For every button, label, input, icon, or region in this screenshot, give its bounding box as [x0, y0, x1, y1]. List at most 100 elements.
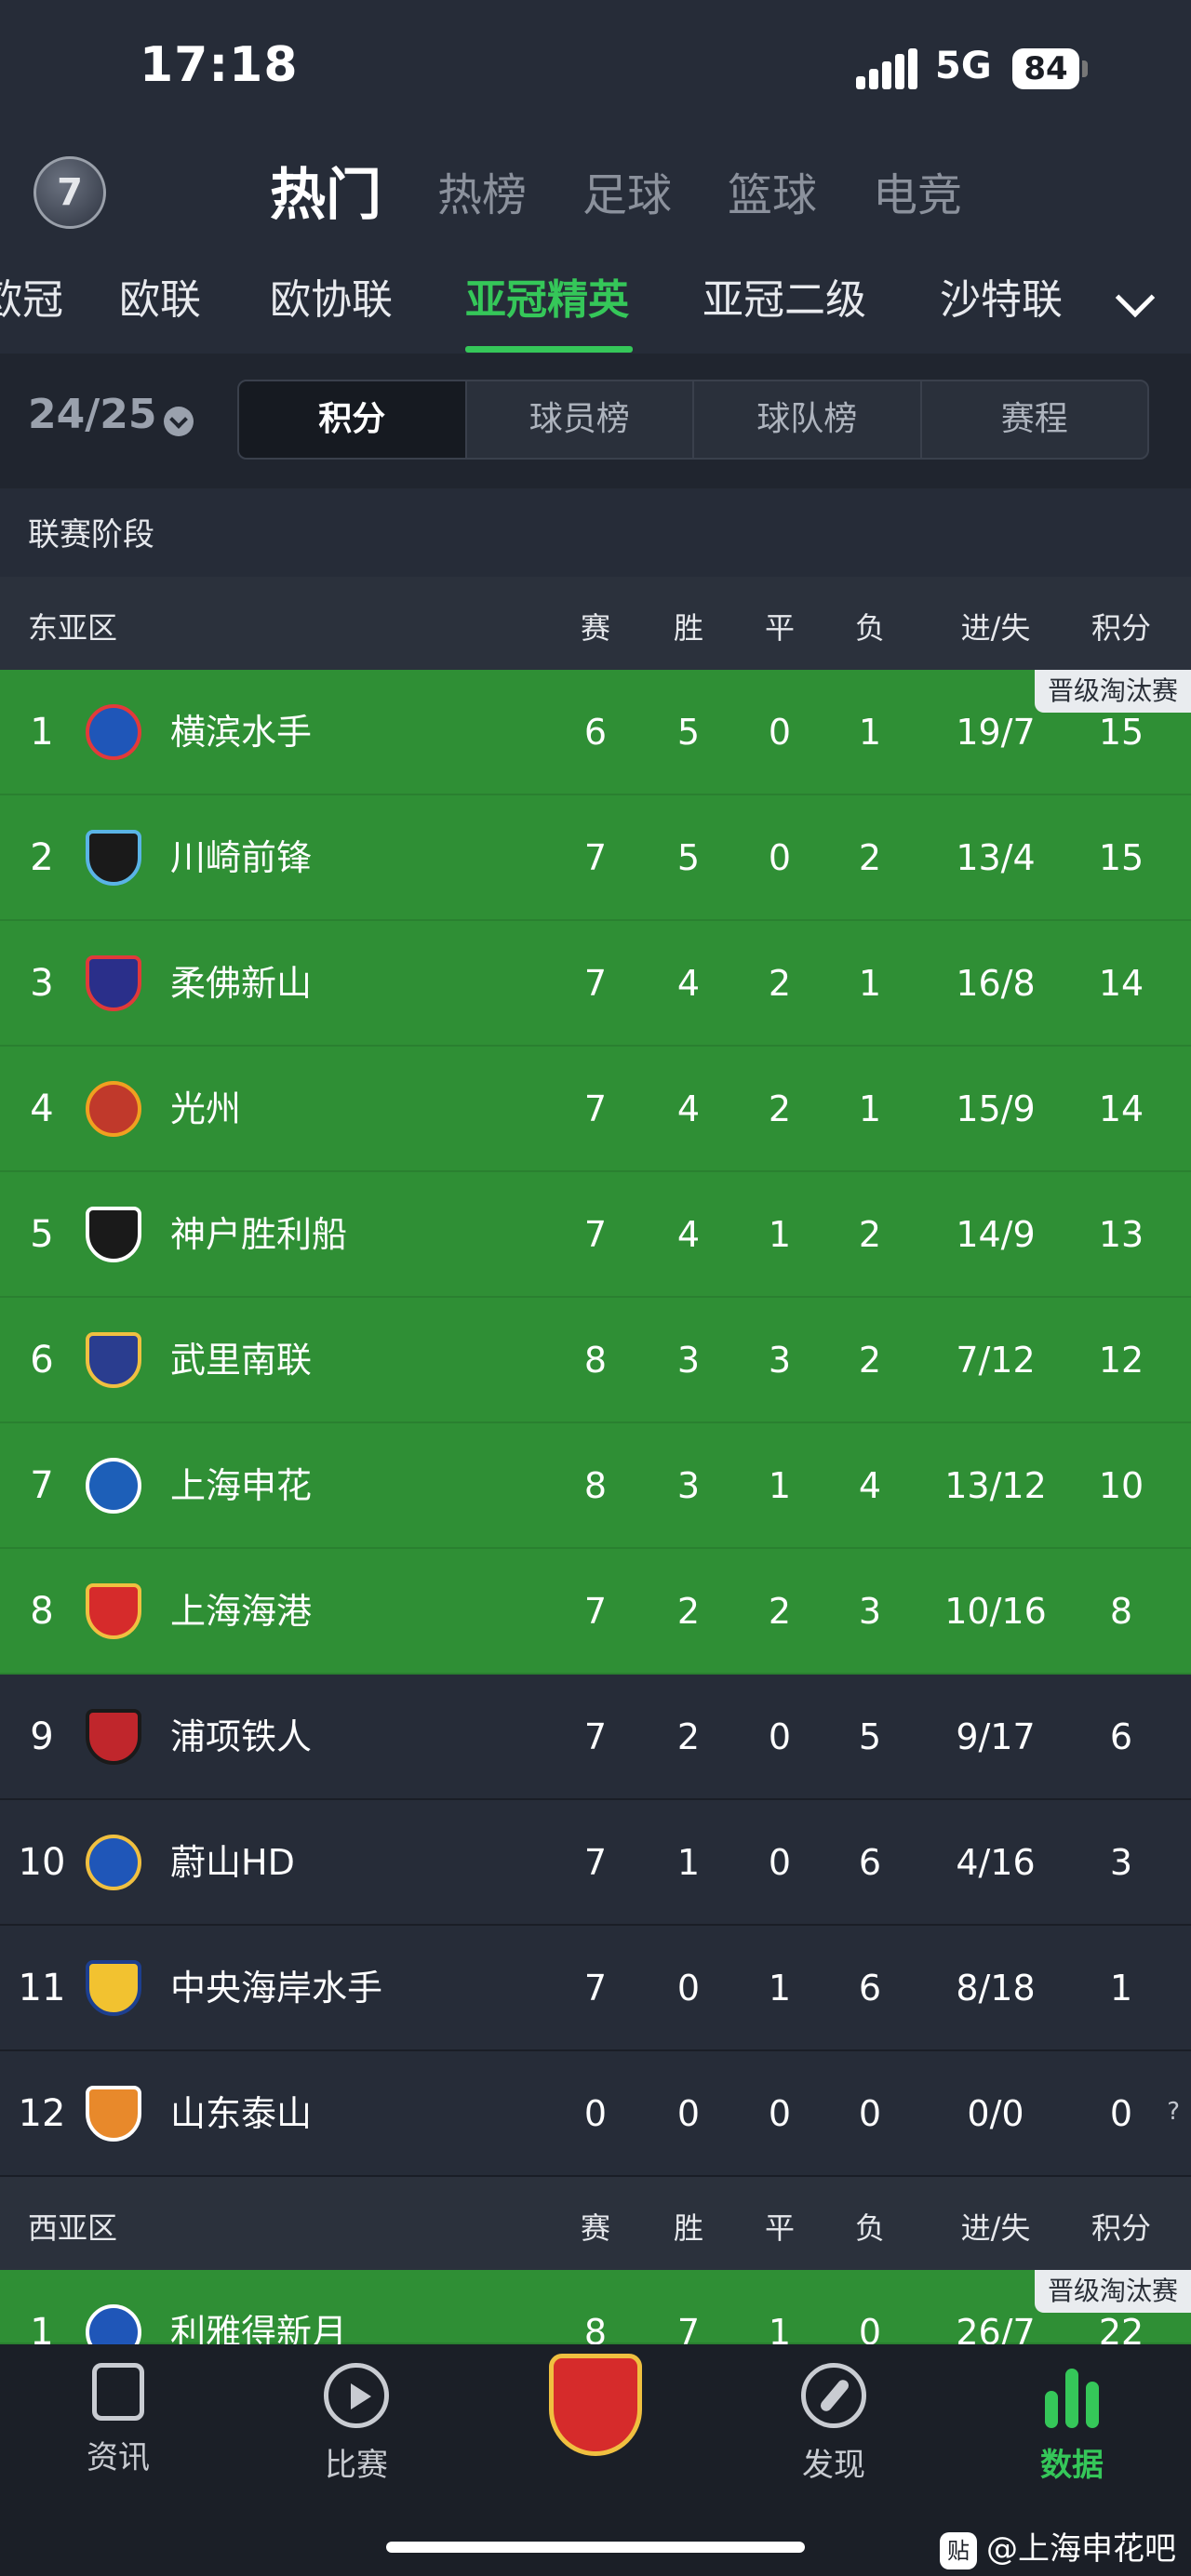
stat-p: 8 [583, 1465, 608, 1506]
rank-cell: 3 [30, 962, 54, 1005]
bottom-nav-item[interactable]: 数据 [1007, 2363, 1137, 2485]
bottom-nav-item[interactable]: 资讯 [53, 2363, 183, 2477]
rank-cell: 9 [30, 1715, 54, 1758]
avatar[interactable]: 7 [33, 156, 106, 229]
table-row[interactable]: 3 柔佛新山 7 4 2 1 16/8 14 [0, 921, 1191, 1047]
top-nav-item[interactable]: 电竞 [873, 153, 962, 237]
watermark: 贴 @上海申花吧 [940, 2523, 1176, 2569]
league-tab[interactable]: 沙特联 [940, 260, 1063, 354]
stat-pts: 6 [1109, 1716, 1133, 1757]
table-row[interactable]: 11 中央海岸水手 7 0 1 6 8/18 1 [0, 1926, 1191, 2051]
segment-tab[interactable]: 球队榜 [694, 381, 922, 458]
column-header: 进/失 [960, 2210, 1031, 2246]
top-nav-item[interactable]: 热门 [270, 153, 381, 237]
stat-l: 2 [858, 837, 882, 878]
segment-tab[interactable]: 积分 [239, 381, 467, 458]
stat-pts: 1 [1109, 1968, 1133, 2009]
league-tab[interactable]: 亚冠二级 [703, 260, 866, 354]
column-header: 平 [764, 610, 795, 646]
segment-tab[interactable]: 球员榜 [467, 381, 694, 458]
table-row[interactable]: 2 川崎前锋 7 5 0 2 13/4 15 [0, 795, 1191, 921]
stat-w: 2 [676, 1716, 701, 1757]
bottom-nav-label: 数据 [1040, 2447, 1104, 2484]
team-badge-icon [86, 704, 141, 760]
stat-gd: 13/4 [956, 837, 1036, 878]
team-badge-icon [86, 955, 141, 1011]
stat-w: 3 [676, 1340, 701, 1381]
stat-gd: 4/16 [956, 1842, 1036, 1883]
stat-pts: 10 [1098, 1465, 1144, 1506]
home-indicator[interactable] [386, 2542, 805, 2553]
league-tab[interactable]: 欧联 [119, 260, 201, 354]
segment-tab[interactable]: 赛程 [922, 381, 1148, 458]
league-tab[interactable]: 亚冠精英 [465, 260, 629, 354]
stat-p: 6 [583, 712, 608, 753]
column-header: 赛 [580, 2210, 610, 2246]
battery-tip [1082, 60, 1088, 77]
table-row[interactable]: 1 横滨水手 6 5 0 1 19/7 15 晋级淘汰赛 [0, 670, 1191, 795]
stat-l: 2 [858, 1340, 882, 1381]
table-row[interactable]: 4 光州 7 4 2 1 15/9 14 [0, 1047, 1191, 1172]
status-bar: 17:18 5G 84 [0, 0, 1191, 140]
bottom-nav-item[interactable]: 发现 [769, 2363, 899, 2485]
team-name: 中央海岸水手 [170, 1968, 383, 2009]
stat-l: 2 [858, 1214, 882, 1255]
rank-cell: 11 [18, 1967, 66, 2009]
season-selector[interactable]: 24/25 [28, 391, 157, 438]
stat-gd: 10/16 [944, 1591, 1047, 1632]
table-row[interactable]: 6 武里南联 8 3 3 2 7/12 12 [0, 1298, 1191, 1423]
dropdown-icon[interactable] [164, 407, 194, 436]
stat-gd: 9/17 [956, 1716, 1036, 1757]
team-name: 武里南联 [170, 1340, 313, 1381]
network-label: 5G [935, 45, 992, 87]
team-name: 浦项铁人 [170, 1716, 313, 1757]
stat-pts: 12 [1098, 1340, 1144, 1381]
stat-pts: 15 [1098, 837, 1144, 878]
rank-cell: 5 [30, 1213, 54, 1256]
table-row[interactable]: 5 神户胜利船 7 4 1 2 14/9 13 [0, 1172, 1191, 1298]
stat-d: 0 [768, 1716, 792, 1757]
league-tab[interactable]: 欧冠 [0, 260, 63, 354]
news-icon [92, 2363, 144, 2421]
stat-pts: 8 [1109, 1591, 1133, 1632]
stat-w: 5 [676, 837, 701, 878]
top-nav-item[interactable]: 篮球 [728, 153, 817, 237]
rank-cell: 8 [30, 1590, 54, 1633]
rank-cell: 4 [30, 1088, 54, 1130]
help-icon[interactable]: ? [1167, 2098, 1180, 2126]
team-name: 柔佛新山 [170, 963, 313, 1004]
table-row[interactable]: 1 利雅得新月 8 7 1 0 26/7 22 晋级淘汰赛 [0, 2270, 1191, 2360]
table-row[interactable]: 7 上海申花 8 3 1 4 13/12 10 [0, 1423, 1191, 1549]
column-header: 赛 [580, 610, 610, 646]
team-badge-icon [86, 1458, 141, 1514]
table-row[interactable]: 9 浦项铁人 7 2 0 5 9/17 6 [0, 1675, 1191, 1800]
table-row[interactable]: 12 山东泰山 0 0 0 0 0/0 0? [0, 2051, 1191, 2177]
table-row[interactable]: 10 蔚山HD 7 1 0 6 4/16 3 [0, 1800, 1191, 1926]
stat-d: 1 [768, 1214, 792, 1255]
group-header: 东亚区 赛 胜 平 负 进/失 积分 [0, 577, 1191, 670]
top-nav-item[interactable]: 足球 [582, 153, 672, 237]
rank-cell: 10 [18, 1841, 66, 1884]
table-row[interactable]: 8 上海海港 7 2 2 3 10/16 8 [0, 1549, 1191, 1675]
stat-pts: 3 [1109, 1842, 1133, 1883]
stat-l: 1 [858, 963, 882, 1004]
column-header: 胜 [673, 2210, 703, 2246]
top-nav-item[interactable]: 热榜 [437, 153, 527, 237]
stat-gd: 0/0 [967, 2093, 1024, 2134]
stat-w: 4 [676, 1214, 701, 1255]
bottom-nav-item[interactable]: 比赛 [291, 2363, 422, 2485]
stat-p: 7 [583, 1968, 608, 2009]
bottom-nav-item[interactable] [530, 2354, 661, 2467]
play-icon [324, 2363, 389, 2428]
stat-gd: 14/9 [956, 1214, 1036, 1255]
column-header: 进/失 [960, 610, 1031, 646]
stat-pts: 0 [1109, 2093, 1133, 2134]
stat-l: 3 [858, 1591, 882, 1632]
stat-l: 4 [858, 1465, 882, 1506]
stat-l: 6 [858, 1842, 882, 1883]
league-tab[interactable]: 欧协联 [270, 260, 393, 354]
stat-gd: 16/8 [956, 963, 1036, 1004]
group-name: 西亚区 [28, 2210, 118, 2246]
stat-w: 0 [676, 2093, 701, 2134]
stat-p: 7 [583, 1716, 608, 1757]
